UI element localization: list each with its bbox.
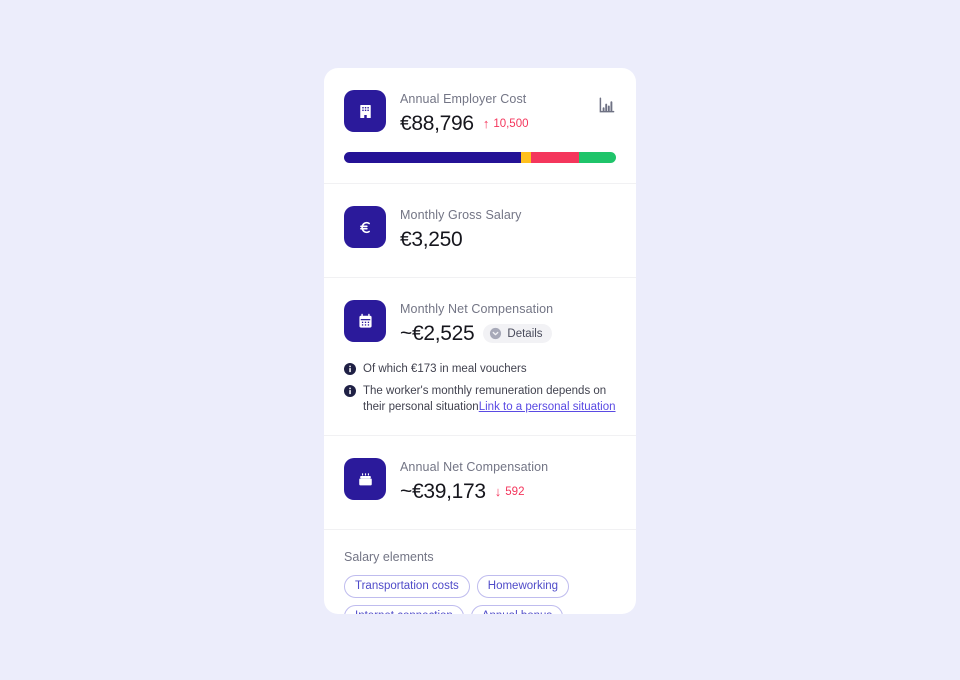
delta-amount: 592 xyxy=(505,485,525,498)
monthly-net-compensation-section: Monthly Net Compensation ~€2,525 Details xyxy=(324,278,636,435)
metric-value: ~€39,173 xyxy=(400,480,486,503)
metric-value: ~€2,525 xyxy=(400,322,475,345)
euro-icon xyxy=(344,206,386,248)
bar-segment-contributions xyxy=(531,152,580,163)
salary-element-chip[interactable]: Transportation costs xyxy=(344,575,470,598)
metric-body: Annual Net Compensation ~€39,173 ↓ 592 xyxy=(400,458,616,505)
salary-element-chip[interactable]: Homeworking xyxy=(476,575,570,598)
metric-value-row: €3,250 xyxy=(400,226,616,253)
metric-value: €3,250 xyxy=(400,228,463,251)
info-icon xyxy=(344,385,356,397)
delta-amount: 10,500 xyxy=(493,117,529,130)
metric-value-row: ~€39,173 ↓ 592 xyxy=(400,478,616,505)
metric-value-row: ~€2,525 Details xyxy=(400,320,616,347)
salary-summary-card: Annual Employer Cost €88,796 ↑ 10,500 Mo… xyxy=(324,68,636,614)
bar-segment-employer-cost xyxy=(344,152,522,163)
note-text-with-link: The worker's monthly remuneration depend… xyxy=(363,383,616,415)
bar-segment-taxes xyxy=(521,152,532,163)
chevron-down-circle-icon xyxy=(489,327,502,340)
arrow-up-icon: ↑ xyxy=(482,116,490,131)
metric-body: Monthly Gross Salary €3,250 xyxy=(400,206,616,253)
monthly-gross-salary-section: Monthly Gross Salary €3,250 xyxy=(324,184,636,277)
salary-element-chip[interactable]: Internet connection xyxy=(344,605,464,614)
delta-indicator-up: ↑ 10,500 xyxy=(483,117,529,130)
arrow-down-icon: ↓ xyxy=(494,484,502,499)
metric-label: Annual Net Compensation xyxy=(400,460,549,474)
cost-breakdown-bar xyxy=(344,152,616,163)
details-button-label: Details xyxy=(507,327,543,340)
metric-value-row: €88,796 ↑ 10,500 xyxy=(400,110,616,137)
bar-chart-icon[interactable] xyxy=(598,96,616,114)
note-text: Of which €173 in meal vouchers xyxy=(363,363,527,375)
metric-row: Annual Net Compensation ~€39,173 ↓ 592 xyxy=(344,436,616,529)
salary-elements-chip-list: Transportation costs Homeworking Internet … xyxy=(344,575,616,614)
metric-label: Monthly Gross Salary xyxy=(400,208,522,222)
info-icon xyxy=(344,363,356,375)
metric-row: Monthly Gross Salary €3,250 xyxy=(344,184,616,277)
metric-body: Monthly Net Compensation ~€2,525 Details xyxy=(400,300,616,347)
calendar-icon xyxy=(344,300,386,342)
metric-row: Annual Employer Cost €88,796 ↑ 10,500 xyxy=(344,68,616,137)
page-background: Annual Employer Cost €88,796 ↑ 10,500 Mo… xyxy=(0,0,960,680)
salary-element-chip[interactable]: Annual bonus xyxy=(470,605,564,614)
metric-value: €88,796 xyxy=(400,112,474,135)
delta-indicator-down: ↓ 592 xyxy=(495,485,525,498)
note-item: Of which €173 in meal vouchers xyxy=(344,361,616,377)
annual-employer-cost-section: Annual Employer Cost €88,796 ↑ 10,500 xyxy=(324,68,636,163)
note-item: The worker's monthly remuneration depend… xyxy=(344,383,616,415)
metric-label: Monthly Net Compensation xyxy=(400,302,554,316)
personal-situation-link[interactable]: Link to a personal situation xyxy=(479,401,616,413)
metric-row: Monthly Net Compensation ~€2,525 Details xyxy=(344,278,616,347)
details-button[interactable]: Details xyxy=(483,324,552,343)
cake-icon xyxy=(344,458,386,500)
annual-net-compensation-section: Annual Net Compensation ~€39,173 ↓ 592 xyxy=(324,436,636,529)
metric-label: Annual Employer Cost xyxy=(400,92,527,106)
notes-list: Of which €173 in meal vouchers The worke… xyxy=(344,347,616,435)
bar-segment-net xyxy=(579,152,616,163)
salary-elements-title: Salary elements xyxy=(344,550,434,564)
metric-body: Annual Employer Cost €88,796 ↑ 10,500 xyxy=(400,90,616,137)
office-building-icon xyxy=(344,90,386,132)
salary-elements-section: Salary elements Transportation costs Home… xyxy=(324,530,636,614)
